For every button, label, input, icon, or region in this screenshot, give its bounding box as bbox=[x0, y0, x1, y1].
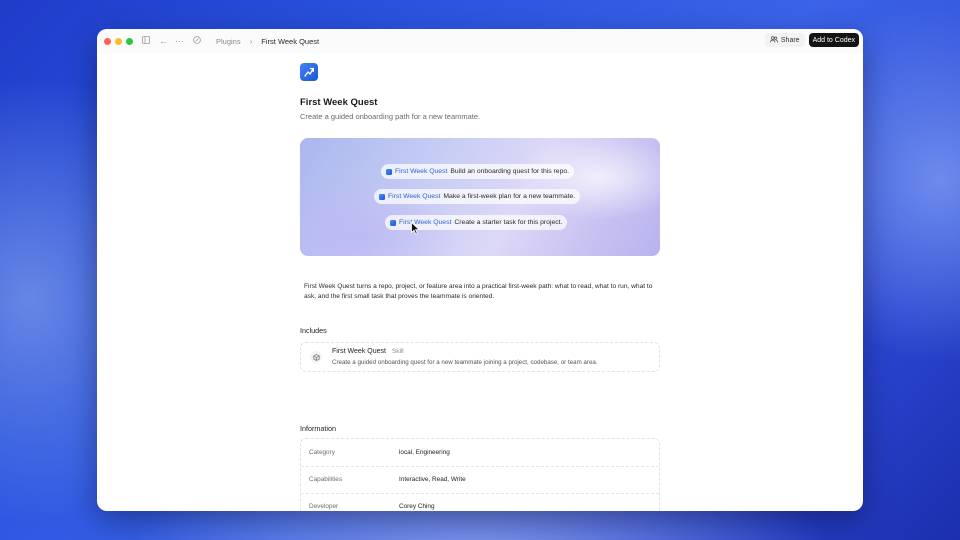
info-row-capabilities: Capabilities Interactive, Read, Write bbox=[301, 466, 659, 494]
prompt-text: Create a starter task for this project. bbox=[454, 219, 563, 226]
quest-arrow-icon bbox=[386, 168, 392, 175]
quest-arrow-icon bbox=[390, 219, 396, 226]
share-button[interactable]: Share bbox=[764, 33, 805, 47]
info-key: Capabilities bbox=[309, 476, 343, 483]
info-key: Category bbox=[309, 449, 335, 456]
arrow-left-icon[interactable]: ← bbox=[159, 36, 168, 46]
prompt-plugin-name: First Week Quest bbox=[399, 219, 452, 226]
plugin-detail: First Week Quest Create a guided onboard… bbox=[300, 63, 660, 511]
example-prompt[interactable]: First Week Quest Build an onboarding que… bbox=[381, 164, 575, 179]
information-table: Category local, Engineering Capabilities… bbox=[300, 438, 660, 511]
breadcrumb-chevron-icon: › bbox=[249, 36, 253, 46]
included-skill-card[interactable]: First Week Quest Skill Create a guided o… bbox=[300, 342, 660, 372]
app-window: ← ··· Plugins › First Week Quest Share A… bbox=[97, 29, 863, 511]
breadcrumb-plugins[interactable]: Plugins bbox=[216, 37, 241, 46]
ellipsis-icon[interactable]: ··· bbox=[175, 36, 184, 46]
prompt-text: Make a first-week plan for a new teammat… bbox=[443, 193, 576, 200]
zoom-window-button[interactable] bbox=[126, 37, 133, 45]
skill-type-badge: Skill bbox=[392, 348, 404, 355]
skill-description: Create a guided onboarding quest for a n… bbox=[332, 359, 598, 366]
info-row-category: Category local, Engineering bbox=[301, 439, 659, 467]
quest-arrow-icon bbox=[300, 63, 318, 81]
includes-heading: Includes bbox=[300, 326, 327, 335]
info-value: Interactive, Read, Write bbox=[399, 476, 466, 483]
compose-icon[interactable] bbox=[193, 36, 201, 46]
people-icon bbox=[769, 35, 778, 45]
info-key: Developer bbox=[309, 503, 339, 510]
minimize-window-button[interactable] bbox=[115, 37, 122, 45]
titlebar-actions: Share Add to Codex bbox=[764, 33, 859, 47]
breadcrumb-current: First Week Quest bbox=[261, 36, 320, 46]
example-prompts-panel: First Week Quest Build an onboarding que… bbox=[300, 138, 660, 256]
example-prompt[interactable]: First Week Quest Make a first-week plan … bbox=[374, 189, 581, 204]
close-window-button[interactable] bbox=[104, 37, 111, 45]
info-value: local, Engineering bbox=[399, 449, 450, 456]
prompt-plugin-name: First Week Quest bbox=[395, 168, 448, 175]
share-label: Share bbox=[780, 36, 800, 44]
quest-arrow-icon bbox=[379, 193, 385, 200]
prompt-text: Build an onboarding quest for this repo. bbox=[450, 168, 570, 175]
title-bar: ← ··· Plugins › First Week Quest Share A… bbox=[97, 29, 863, 53]
mouse-cursor-icon bbox=[411, 222, 420, 235]
skill-icon bbox=[310, 351, 322, 363]
sidebar-icon[interactable] bbox=[142, 36, 150, 46]
page-title: First Week Quest bbox=[300, 97, 378, 108]
info-row-developer: Developer Corey Ching bbox=[301, 493, 659, 511]
prompt-plugin-name: First Week Quest bbox=[388, 193, 441, 200]
plugin-description: First Week Quest turns a repo, project, … bbox=[304, 283, 653, 300]
information-heading: Information bbox=[300, 424, 336, 433]
info-value: Corey Ching bbox=[399, 503, 435, 510]
add-to-codex-button[interactable]: Add to Codex bbox=[808, 33, 859, 47]
skill-name: First Week Quest bbox=[332, 348, 386, 355]
window-controls bbox=[104, 37, 133, 45]
page-subtitle: Create a guided onboarding path for a ne… bbox=[300, 112, 481, 121]
